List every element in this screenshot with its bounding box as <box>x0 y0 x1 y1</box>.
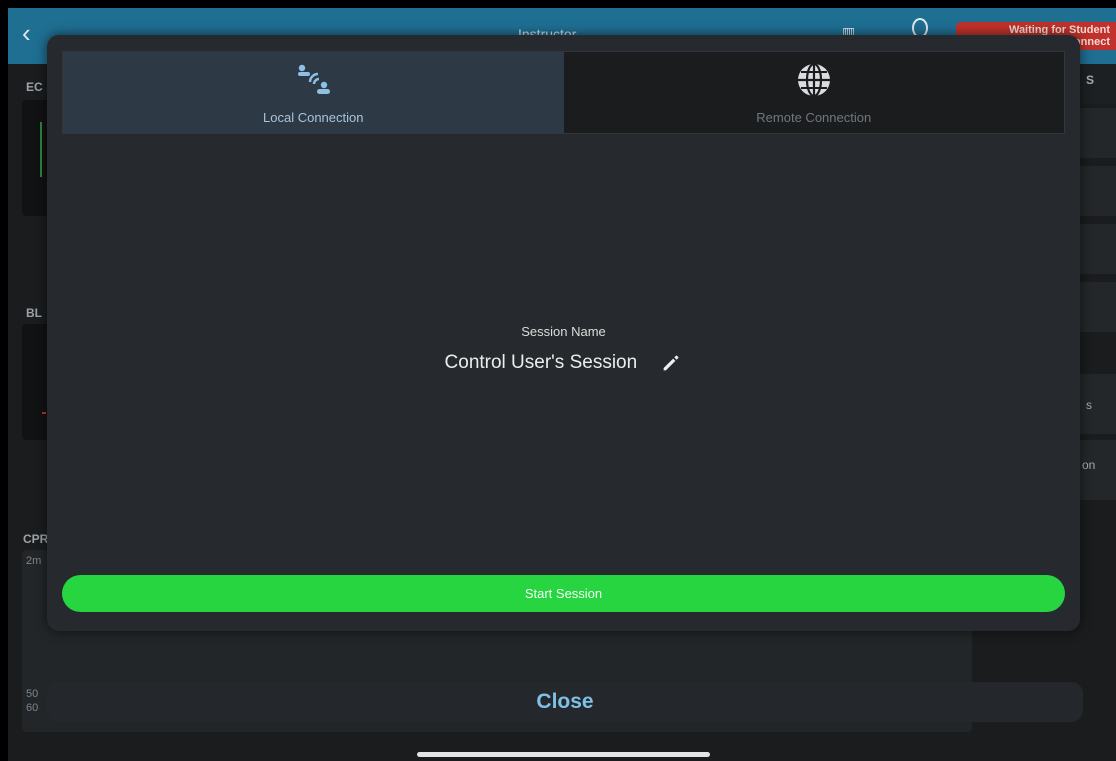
ecg-trace <box>40 122 42 177</box>
home-indicator[interactable] <box>417 752 710 757</box>
right-panel-text: on <box>1082 458 1096 472</box>
session-name-value: Control User's Session <box>444 352 638 373</box>
tab-remote-connection-label: Remote Connection <box>756 110 872 125</box>
start-session-button[interactable]: Start Session <box>62 575 1065 612</box>
cpr-value-1: 50 <box>26 688 39 700</box>
connection-tabs: Local Connection Remote Connection <box>62 51 1065 134</box>
tab-remote-connection[interactable]: Remote Connection <box>564 52 1065 133</box>
close-button[interactable]: Close <box>47 682 1083 722</box>
session-modal: Local Connection Remote Connection Sessi… <box>47 35 1080 631</box>
right-panel-title: S <box>1086 73 1095 87</box>
back-chevron-icon[interactable]: ‹ <box>22 20 31 46</box>
local-connection-icon <box>298 64 331 94</box>
session-name-label: Session Name <box>521 324 606 339</box>
close-bar: Close <box>47 682 1083 722</box>
pencil-edit-icon[interactable] <box>660 352 682 374</box>
blood-trace <box>42 412 46 414</box>
tab-local-connection-label: Local Connection <box>263 110 364 125</box>
globe-icon <box>797 62 830 98</box>
cpr-sub-label: 2m <box>26 555 42 567</box>
blood-label: BL <box>26 306 42 320</box>
cpr-value-2: 60 <box>26 702 39 714</box>
tab-local-connection[interactable]: Local Connection <box>63 52 564 133</box>
cpr-label: CPR <box>23 532 49 546</box>
session-name-row: Control User's Session <box>47 352 1080 374</box>
ecg-label: EC <box>26 80 43 94</box>
right-panel-text: s <box>1086 398 1092 412</box>
